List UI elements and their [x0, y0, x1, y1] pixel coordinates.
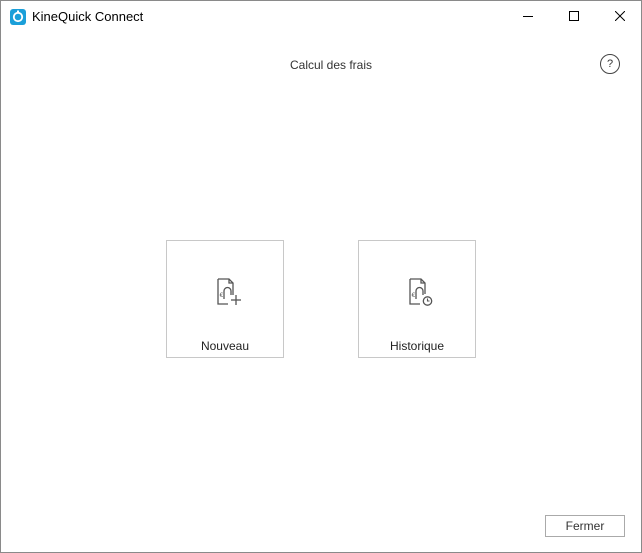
document-euro-history-icon: €	[409, 278, 433, 306]
maximize-button[interactable]	[551, 1, 597, 31]
page-title: Calcul des frais	[289, 58, 373, 72]
window-title: KineQuick Connect	[32, 9, 144, 24]
new-tile-label: Nouveau	[200, 339, 250, 353]
minimize-icon	[523, 16, 533, 17]
title-bar[interactable]: KineQuick Connect	[1, 1, 641, 31]
svg-text:€: €	[412, 292, 416, 299]
history-tile[interactable]: € Historique	[358, 240, 476, 358]
minimize-button[interactable]	[505, 1, 551, 31]
close-icon	[615, 11, 625, 21]
new-calculation-tile[interactable]: € Nouveau	[166, 240, 284, 358]
document-euro-add-icon: €	[217, 278, 241, 305]
help-button[interactable]: ?	[600, 54, 620, 74]
history-tile-label: Historique	[389, 339, 445, 353]
maximize-icon	[569, 11, 579, 21]
close-window-button[interactable]	[597, 1, 642, 31]
app-window: KineQuick Connect Calcul des frais ? € N…	[0, 0, 642, 553]
svg-text:€: €	[220, 292, 224, 299]
kinequick-logo-icon	[10, 9, 26, 25]
fermer-button[interactable]: Fermer	[545, 515, 625, 537]
help-icon: ?	[606, 58, 614, 70]
